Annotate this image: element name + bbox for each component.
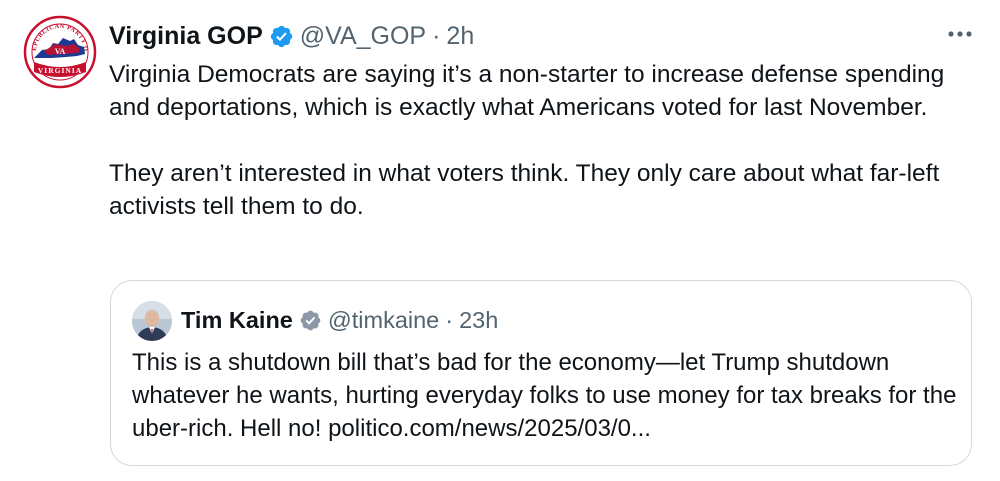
quoted-tweet-text: This is a shutdown bill that’s bad for t… [132, 349, 957, 442]
verified-badge-icon[interactable] [269, 24, 294, 49]
more-options-button[interactable] [945, 24, 975, 44]
author-handle[interactable]: @VA_GOP [300, 22, 426, 51]
svg-text:VA: VA [55, 47, 66, 56]
tweet-paragraph-2: They aren’t interested in what voters th… [109, 160, 940, 220]
quoted-tweet-header: Tim Kaine @timkaine · 23h [181, 303, 498, 337]
person-photo-icon [132, 301, 172, 341]
author-avatar[interactable]: REPUBLICAN PARTY OF VA VIRGINIA [22, 14, 98, 90]
quoted-timestamp[interactable]: 23h [459, 307, 498, 334]
quoted-author-display-name[interactable]: Tim Kaine [181, 307, 293, 334]
separator: · [432, 21, 441, 50]
quoted-author-avatar[interactable] [132, 301, 172, 341]
rpv-logo-icon: REPUBLICAN PARTY OF VA VIRGINIA [22, 14, 98, 90]
verified-badge-icon[interactable] [299, 309, 322, 332]
tweet-paragraph-1: Virginia Democrats are saying it’s a non… [109, 61, 945, 121]
svg-text:VIRGINIA: VIRGINIA [38, 66, 82, 75]
tweet-header: Virginia GOP @VA_GOP · 2h [109, 18, 474, 54]
separator: · [445, 306, 454, 333]
author-display-name[interactable]: Virginia GOP [109, 22, 263, 51]
timestamp[interactable]: 2h [446, 22, 474, 51]
more-options-icon [948, 31, 972, 37]
quoted-author-handle[interactable]: @timkaine [328, 307, 439, 334]
tweet[interactable]: REPUBLICAN PARTY OF VA VIRGINIA Virginia… [0, 0, 1000, 481]
tweet-text: Virginia Democrats are saying it’s a non… [109, 58, 979, 223]
quoted-tweet[interactable]: Tim Kaine @timkaine · 23h This is a shut… [110, 280, 972, 466]
